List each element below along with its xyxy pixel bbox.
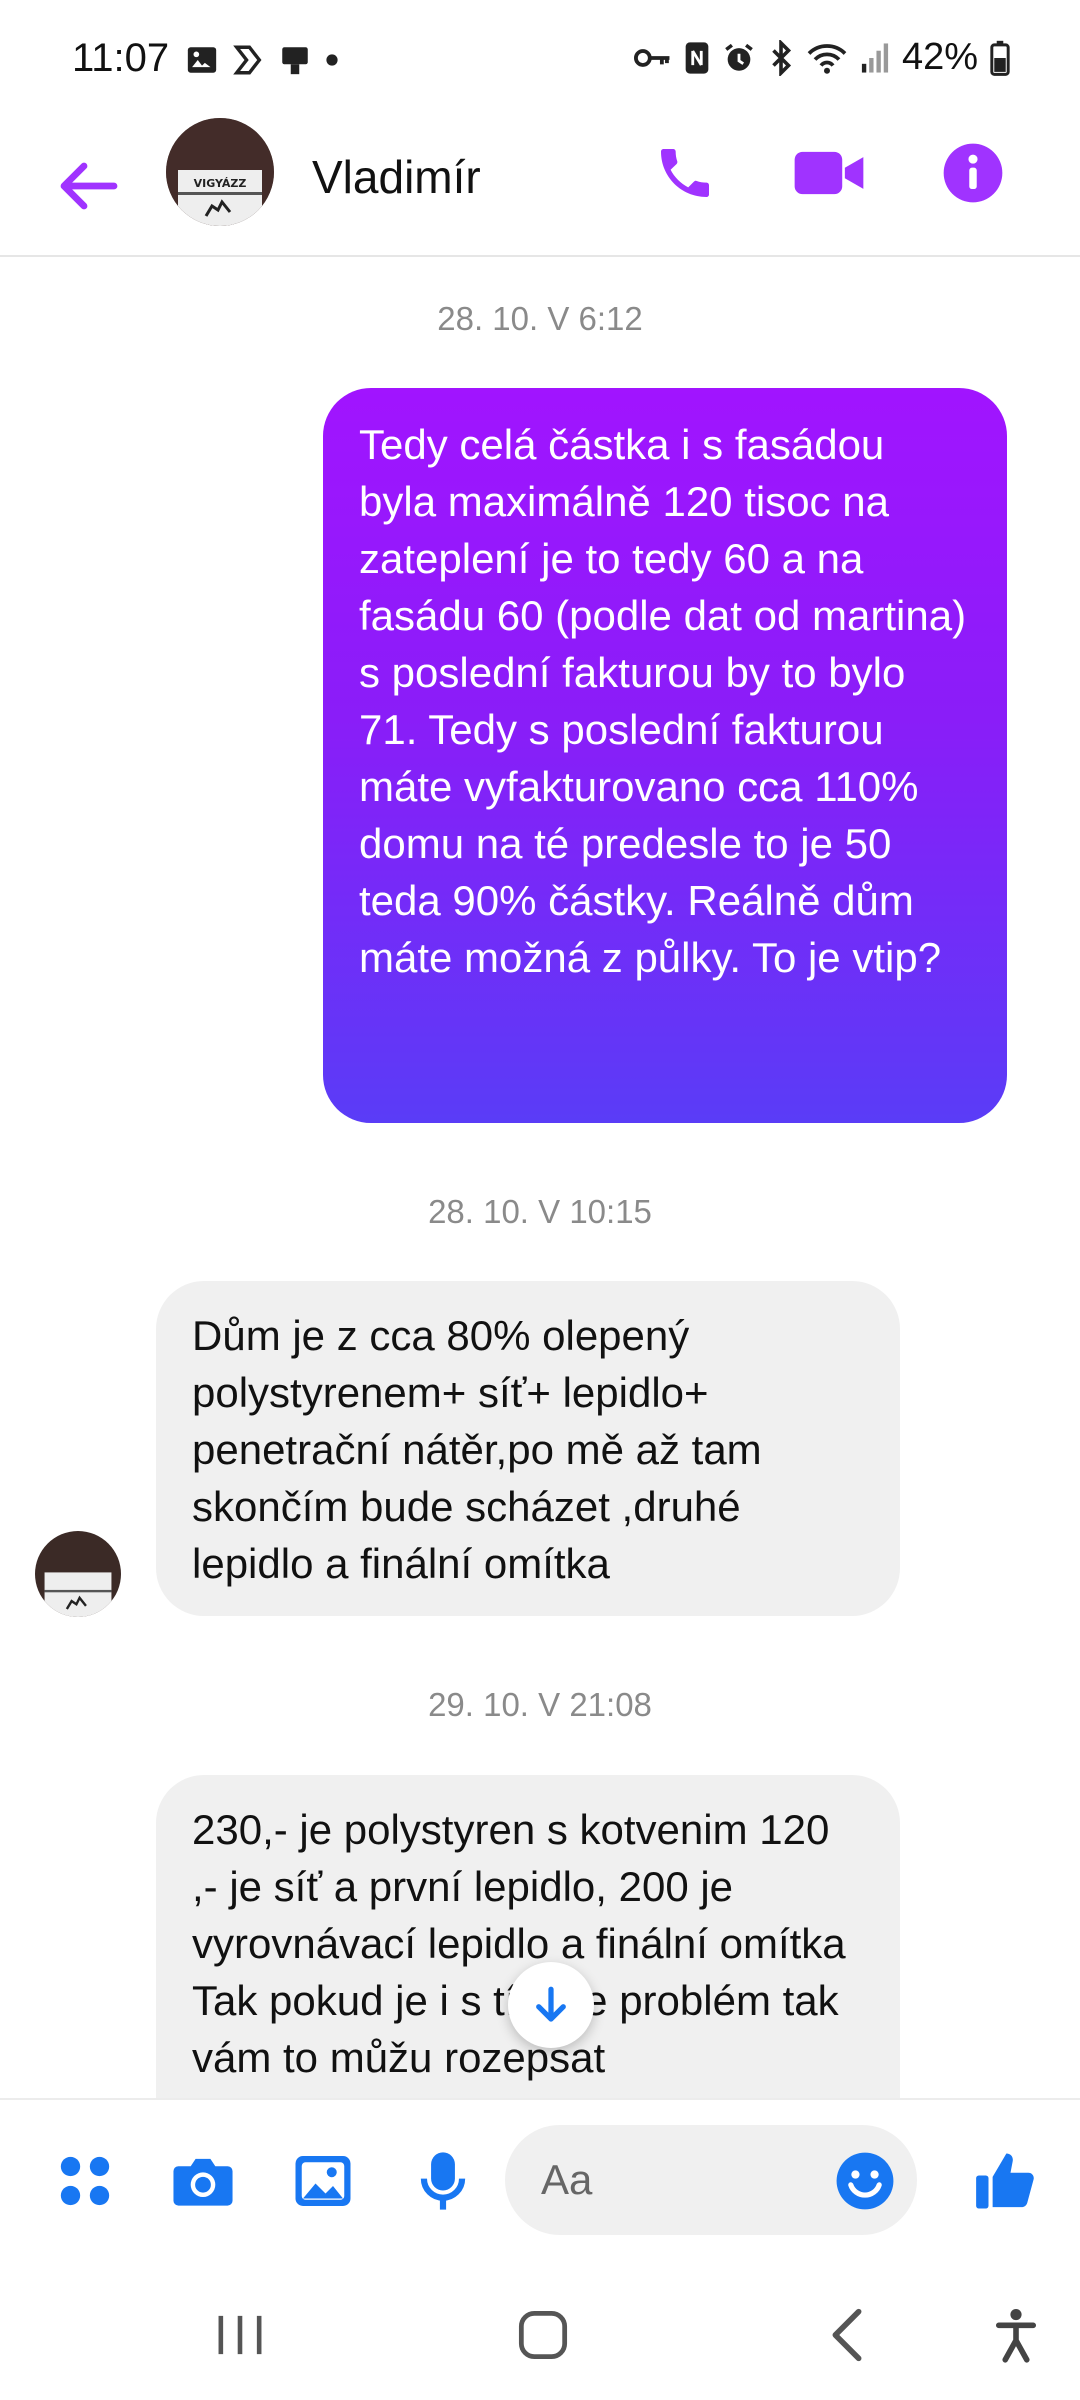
call-button[interactable] bbox=[640, 128, 730, 218]
like-button[interactable] bbox=[960, 2136, 1050, 2226]
accessibility-icon bbox=[995, 2308, 1037, 2363]
more-actions-button[interactable] bbox=[40, 2136, 130, 2226]
battery-percent: 42% bbox=[901, 36, 978, 78]
vpn-key-icon bbox=[633, 48, 670, 67]
voice-message-button[interactable] bbox=[398, 2136, 488, 2226]
avatar-sign-text: VIGYÁZZ bbox=[194, 177, 247, 190]
info-icon bbox=[943, 143, 1003, 203]
video-camera-icon bbox=[794, 151, 864, 195]
app-notification-icon bbox=[233, 45, 262, 75]
status-bar: 11:07 42% bbox=[0, 0, 1080, 120]
battery-charging-icon bbox=[990, 40, 1010, 76]
gallery-button[interactable] bbox=[278, 2136, 368, 2226]
phone-icon bbox=[661, 149, 709, 197]
video-call-button[interactable] bbox=[784, 128, 874, 218]
device-notification-icon bbox=[282, 47, 308, 75]
dot-icon bbox=[326, 54, 338, 66]
messenger-chat-screen: 11:07 42% VIGYÁZZ Vladimír 28. 10. V 6:1… bbox=[0, 0, 1080, 2400]
accessibility-button[interactable] bbox=[966, 2285, 1066, 2385]
wifi-icon bbox=[807, 43, 847, 74]
chat-header bbox=[0, 120, 1080, 257]
back-button[interactable] bbox=[48, 146, 128, 226]
outgoing-message[interactable]: Tedy celá částka i s fasádou byla maximá… bbox=[323, 388, 1007, 1123]
contact-name[interactable]: Vladimír bbox=[312, 150, 481, 204]
home-icon bbox=[518, 2310, 568, 2360]
signal-icon bbox=[861, 42, 889, 73]
alarm-icon bbox=[725, 43, 753, 71]
emoji-button[interactable] bbox=[820, 2136, 910, 2226]
message-timestamp: 29. 10. V 21:08 bbox=[428, 1686, 652, 1723]
nfc-icon bbox=[685, 41, 709, 74]
camera-button[interactable] bbox=[158, 2136, 248, 2226]
message-timestamp: 28. 10. V 6:12 bbox=[437, 300, 643, 337]
microphone-icon bbox=[420, 2152, 466, 2210]
scroll-to-bottom-button[interactable] bbox=[508, 1962, 594, 2048]
info-button[interactable] bbox=[928, 128, 1018, 218]
arrow-left-icon bbox=[60, 162, 118, 210]
system-status-icons: 42% bbox=[633, 36, 1010, 79]
arrow-down-icon bbox=[536, 1986, 566, 2022]
back-nav-button[interactable] bbox=[797, 2285, 897, 2385]
image-icon bbox=[295, 2156, 351, 2206]
incoming-message[interactable]: Dům je z cca 80% olepený polystyrenem+ s… bbox=[156, 1281, 900, 1616]
recent-apps-icon bbox=[218, 2315, 262, 2355]
chevron-left-icon bbox=[832, 2308, 862, 2362]
bluetooth-icon bbox=[772, 39, 791, 76]
message-input-placeholder: Aa bbox=[541, 2156, 593, 2203]
message-timestamp: 28. 10. V 10:15 bbox=[428, 1193, 652, 1230]
contact-avatar[interactable]: VIGYÁZZ bbox=[166, 118, 274, 226]
gallery-notification-icon bbox=[187, 47, 217, 73]
four-dots-menu-icon bbox=[60, 2156, 110, 2206]
notification-icons bbox=[185, 40, 339, 80]
thumbs-up-icon bbox=[976, 2153, 1034, 2209]
recent-apps-button[interactable] bbox=[190, 2285, 290, 2385]
camera-icon bbox=[173, 2158, 233, 2206]
home-button[interactable] bbox=[493, 2285, 593, 2385]
smiley-icon bbox=[836, 2152, 894, 2210]
sender-avatar[interactable] bbox=[35, 1531, 121, 1617]
status-time: 11:07 bbox=[72, 36, 170, 80]
